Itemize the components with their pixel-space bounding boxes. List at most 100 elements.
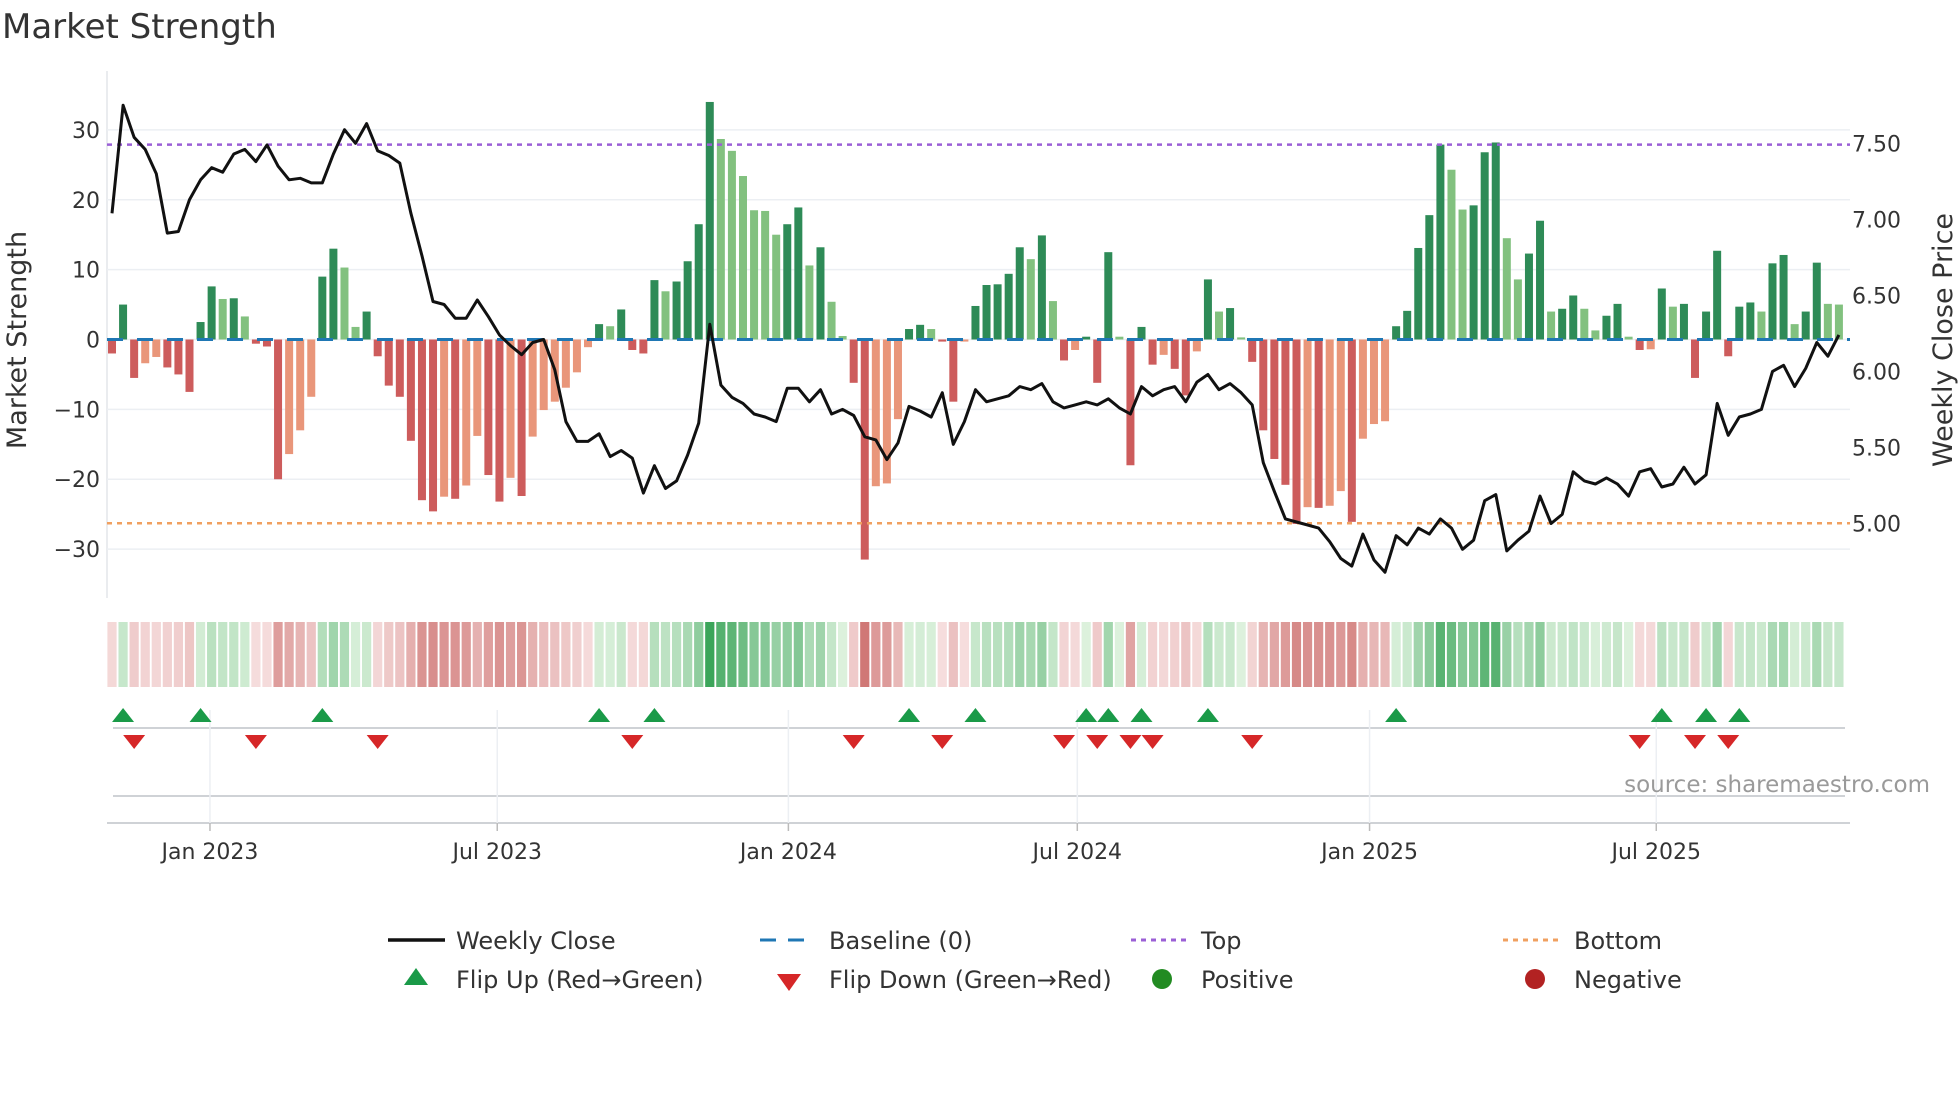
strength-bar — [174, 339, 183, 375]
strength-bar — [650, 280, 659, 340]
heat-strip-cell — [1679, 622, 1689, 687]
strength-bar — [462, 339, 471, 486]
heat-strip-cell — [771, 622, 781, 687]
heat-strip-cell — [1214, 622, 1224, 687]
heat-strip-cell — [1159, 622, 1169, 687]
strength-bar — [860, 339, 869, 560]
heat-strip-cell — [948, 622, 958, 687]
heat-strip-cell — [195, 622, 206, 687]
y2-tick-label: 5.00 — [1852, 512, 1901, 537]
flip-up-marker — [1695, 708, 1718, 722]
heat-strip-cell — [1048, 622, 1058, 687]
strength-bar — [340, 267, 349, 340]
legend-baseline: Baseline (0) — [829, 927, 972, 955]
strength-bar — [1259, 339, 1268, 431]
heat-strip-cell — [550, 622, 560, 687]
heat-strip-cell — [173, 622, 184, 687]
strength-bar — [1801, 311, 1810, 340]
strength-bar — [1004, 273, 1013, 340]
heat-strip-cell — [1823, 622, 1833, 687]
heat-strip-cell — [1059, 622, 1069, 687]
heat-strip-cell — [1181, 622, 1191, 687]
heat-strip-cell — [1170, 622, 1180, 687]
strength-bar — [1602, 315, 1611, 340]
flip-down-triangle-icon — [777, 974, 801, 991]
strength-bar — [750, 210, 759, 340]
heat-strip-cell — [727, 622, 737, 687]
heat-strip-cell — [1612, 622, 1623, 687]
strength-bar — [1347, 339, 1356, 522]
strength-bar — [816, 247, 825, 340]
strength-bar — [783, 224, 792, 340]
heat-strip-cell — [184, 622, 195, 687]
strength-bar — [240, 316, 249, 340]
flip-up-marker — [1075, 708, 1098, 722]
strength-bar — [672, 281, 681, 340]
heat-strip-cell — [505, 622, 516, 687]
flip-down-marker — [123, 735, 146, 749]
heat-strip-cell — [1524, 622, 1534, 687]
strength-bar — [1657, 288, 1666, 340]
flip-down-marker — [244, 735, 267, 749]
heat-strip-cell — [1103, 622, 1113, 687]
strength-bar — [1812, 262, 1821, 340]
strength-bar — [993, 284, 1002, 340]
heat-strip-cell — [959, 622, 969, 687]
heat-strip-cell — [1756, 622, 1767, 687]
strength-bar — [1834, 304, 1843, 340]
heat-strip-cell — [339, 622, 350, 687]
heat-strip-cell — [649, 622, 660, 687]
flip-down-marker — [842, 735, 865, 749]
heat-strip-cell — [970, 622, 981, 687]
strength-bar — [595, 324, 604, 340]
y2-tick-label: 6.00 — [1852, 360, 1901, 385]
heat-strip-cell — [826, 622, 837, 687]
heat-strip-cell — [915, 622, 925, 687]
strength-bar — [1148, 339, 1157, 365]
strength-bar — [1779, 254, 1788, 340]
market-strength-chart: Market Strength Market Strength Weekly C… — [2, 7, 1959, 994]
flip-up-marker — [189, 708, 212, 722]
heat-strip-cell — [1114, 622, 1124, 687]
strength-bar — [506, 339, 515, 478]
strength-bar — [429, 339, 438, 512]
heat-strip-cell — [1745, 622, 1755, 687]
flip-up-marker — [588, 708, 611, 722]
heat-strip-cell — [849, 622, 859, 687]
strength-bar — [1558, 308, 1567, 340]
strength-bar — [893, 339, 902, 420]
heat-strip-cell — [882, 622, 892, 687]
heat-strip-cell — [1778, 622, 1789, 687]
heat-strip-cell — [1568, 622, 1578, 687]
strength-bar — [130, 339, 139, 378]
strength-bar — [705, 101, 714, 340]
heat-strip-cell — [749, 622, 759, 687]
heat-strip-cell — [1358, 622, 1368, 687]
heat-strip-cell — [162, 622, 172, 687]
strength-bar — [1126, 339, 1135, 466]
strength-bar — [1702, 311, 1711, 340]
heat-strip-cell — [218, 622, 228, 687]
x-tick-label: Jul 2023 — [450, 840, 542, 865]
heat-strip-cell — [229, 622, 239, 687]
heat-strip-cell — [1081, 622, 1091, 687]
strength-bar — [1547, 311, 1556, 340]
legend-negative: Negative — [1574, 966, 1682, 994]
strength-bar — [1713, 250, 1722, 340]
strength-bar — [971, 305, 980, 340]
strength-bar — [1082, 336, 1091, 340]
strength-bar — [185, 339, 194, 392]
strength-bar — [1015, 247, 1024, 340]
heat-strip-cell — [1767, 622, 1778, 687]
strength-bar — [606, 326, 615, 340]
strength-bar — [1026, 259, 1035, 340]
strength-bar — [1536, 220, 1545, 340]
legend-bottom: Bottom — [1574, 927, 1662, 955]
chart-title: Market Strength — [2, 7, 277, 47]
flip-up-marker — [112, 708, 135, 722]
strength-bar — [1203, 279, 1212, 340]
heat-strip-cell — [1380, 622, 1390, 687]
y-tick-label: 0 — [86, 329, 100, 354]
strength-bar — [1469, 205, 1478, 340]
strength-bar — [927, 329, 936, 340]
